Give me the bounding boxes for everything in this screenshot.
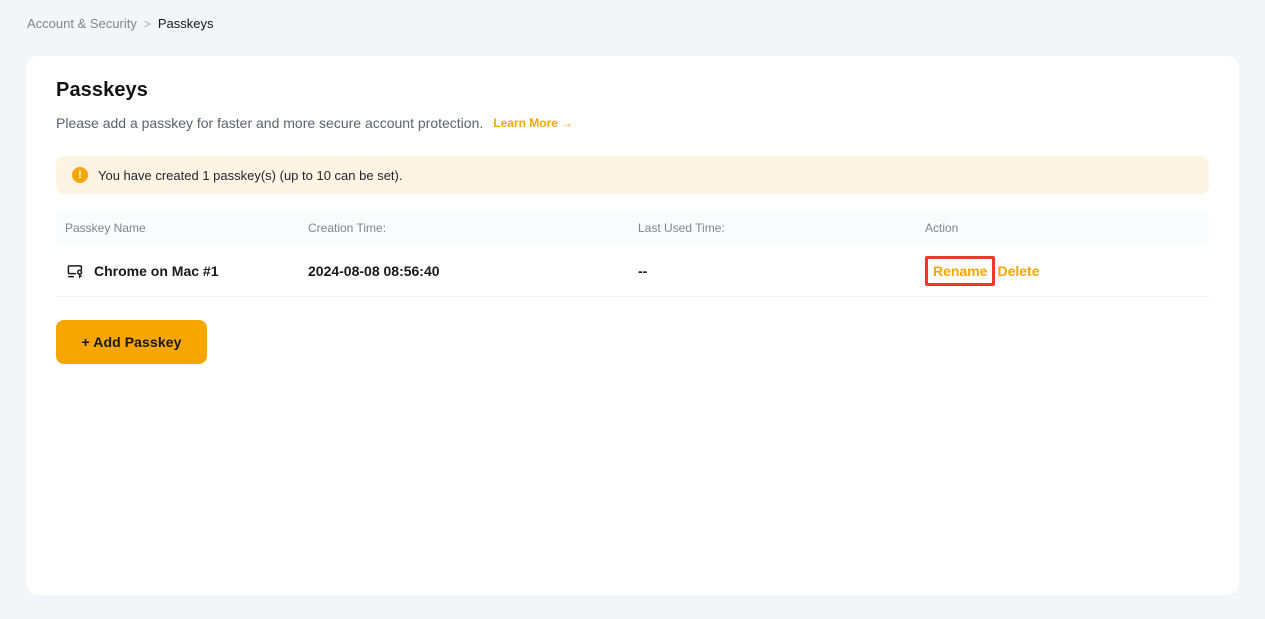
passkey-count-banner: ! You have created 1 passkey(s) (up to 1… [56,156,1209,194]
learn-more-link[interactable]: Learn More → [493,116,573,130]
table-header-row: Passkey Name Creation Time: Last Used Ti… [56,210,1209,246]
column-header-passkey-name: Passkey Name [65,221,146,235]
warning-icon: ! [72,167,88,183]
breadcrumb-current-passkeys: Passkeys [157,16,214,31]
column-header-action: Action [925,221,959,235]
table-row: Chrome on Mac #1 2024-08-08 08:56:40 -- … [56,246,1209,297]
last-used-time-cell: -- [638,263,648,279]
passkeys-card: Passkeys Please add a passkey for faster… [26,56,1239,595]
column-header-creation-time: Creation Time: [308,221,387,235]
banner-text: You have created 1 passkey(s) (up to 10 … [98,167,403,183]
passkey-name-cell: Chrome on Mac #1 [56,261,299,281]
column-header-last-used-time: Last Used Time: [638,221,725,235]
delete-button[interactable]: Delete [997,263,1039,279]
page-description-text: Please add a passkey for faster and more… [56,115,484,131]
rename-button[interactable]: Rename [933,263,987,279]
passkeys-table: Passkey Name Creation Time: Last Used Ti… [56,210,1209,297]
actions-cell: Rename Delete [916,256,1209,286]
rename-annotation-box: Rename [925,256,996,286]
passkeys-settings-page: Account & Security > Passkeys Passkeys P… [0,0,1265,619]
breadcrumb-account-security-link[interactable]: Account & Security [27,16,137,31]
add-passkey-button[interactable]: + Add Passkey [56,320,207,364]
breadcrumb-separator: > [143,16,151,31]
creation-time-cell: 2024-08-08 08:56:40 [308,263,440,279]
device-passkey-icon [65,261,85,281]
arrow-right-icon: → [560,116,573,130]
page-description: Please add a passkey for faster and more… [56,115,1209,131]
breadcrumb: Account & Security > Passkeys [0,0,1265,31]
passkey-name: Chrome on Mac #1 [94,263,219,279]
page-title: Passkeys [56,79,149,101]
learn-more-label: Learn More [493,116,558,130]
